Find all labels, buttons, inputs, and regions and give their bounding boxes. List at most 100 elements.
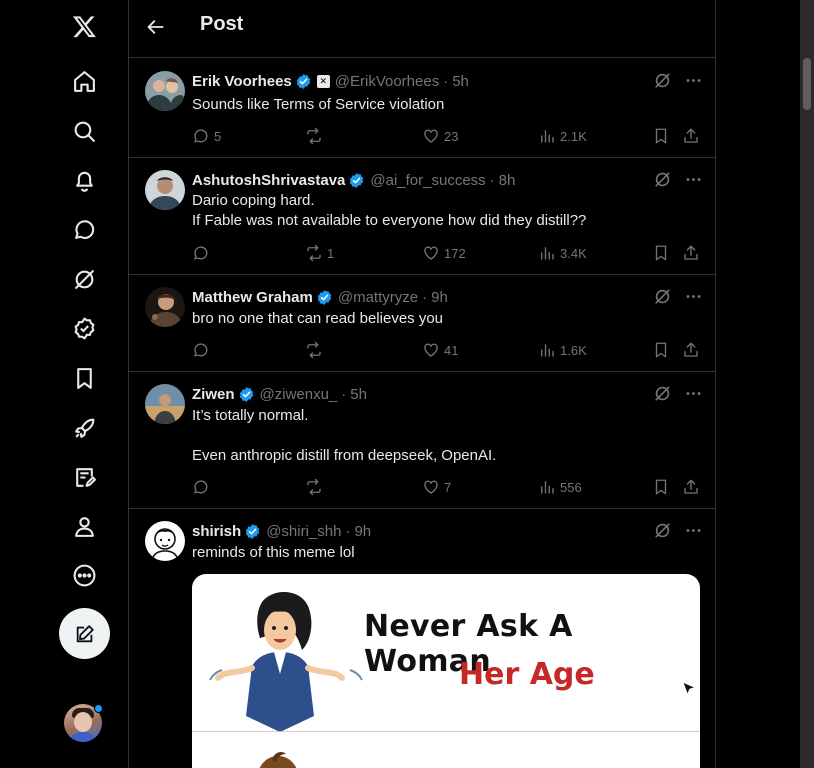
reply-icon xyxy=(194,480,208,494)
bookmark-button[interactable] xyxy=(652,244,670,262)
reply-tweet[interactable]: Ziwen @ziwenxu_ · 5h It’s totally normal… xyxy=(129,372,715,509)
more-options-icon[interactable] xyxy=(684,384,703,403)
avatar[interactable] xyxy=(145,287,185,327)
reply-icon xyxy=(194,343,208,357)
timestamp[interactable]: 5h xyxy=(452,73,469,90)
bookmark-icon xyxy=(655,479,667,495)
grok-icon[interactable] xyxy=(653,170,672,189)
verified-badge-icon xyxy=(348,172,365,189)
tweet-header: AshutoshShrivastava @ai_for_success · 8h xyxy=(192,170,515,190)
bookmark-icon xyxy=(655,128,667,144)
back-button[interactable] xyxy=(143,14,169,40)
share-button[interactable] xyxy=(682,127,700,145)
author-name[interactable]: AshutoshShrivastava xyxy=(192,172,345,189)
share-button[interactable] xyxy=(682,478,700,496)
reply-button[interactable] xyxy=(192,341,214,359)
cartoon-woman-illustration xyxy=(209,591,363,732)
avatar[interactable] xyxy=(145,521,185,561)
grok-icon[interactable] xyxy=(653,71,672,90)
repost-icon xyxy=(307,478,321,496)
bookmark-icon xyxy=(655,342,667,358)
repost-count: 1 xyxy=(327,245,335,261)
heart-icon xyxy=(424,343,438,357)
reply-button[interactable] xyxy=(192,478,214,496)
timestamp[interactable]: 5h xyxy=(350,386,367,403)
more-options-icon[interactable] xyxy=(684,170,703,189)
more-icon[interactable] xyxy=(69,560,99,590)
notifications-icon[interactable] xyxy=(69,165,99,195)
grok-icon[interactable] xyxy=(653,384,672,403)
compose-post-button[interactable] xyxy=(59,608,110,659)
author-handle[interactable]: @ai_for_success xyxy=(370,172,485,189)
avatar[interactable] xyxy=(145,71,185,111)
repost-button[interactable] xyxy=(305,341,327,359)
grok-icon[interactable] xyxy=(653,521,672,540)
repost-button[interactable] xyxy=(305,127,327,145)
verified-orgs-icon[interactable] xyxy=(69,313,99,343)
repost-button[interactable]: 1 xyxy=(305,244,334,262)
bookmark-button[interactable] xyxy=(652,127,670,145)
unread-indicator-dot xyxy=(94,704,103,713)
x-logo-icon[interactable] xyxy=(69,11,99,41)
heart-icon xyxy=(424,480,438,494)
lists-icon[interactable] xyxy=(69,462,99,492)
like-count: 172 xyxy=(444,245,466,261)
avatar[interactable] xyxy=(145,170,185,210)
more-options-icon[interactable] xyxy=(684,71,703,90)
grok-icon[interactable] xyxy=(69,264,99,294)
more-options-icon[interactable] xyxy=(684,287,703,306)
like-button[interactable]: 172 xyxy=(422,244,466,262)
main-column: Post Erik Voorhees ✕ @ErikVoorhees · 5h … xyxy=(128,0,716,768)
author-name[interactable]: Matthew Graham xyxy=(192,289,313,306)
author-handle[interactable]: @shiri_shh xyxy=(266,523,341,540)
timestamp[interactable]: 9h xyxy=(354,523,371,540)
scrollbar-track[interactable] xyxy=(800,0,814,768)
reply-icon xyxy=(194,246,208,260)
author-handle[interactable]: @ErikVoorhees xyxy=(335,73,439,90)
views-button[interactable]: 2.1K xyxy=(538,127,587,145)
scrollbar-thumb[interactable] xyxy=(803,58,811,110)
bookmark-button[interactable] xyxy=(652,478,670,496)
avatar[interactable] xyxy=(145,384,185,424)
reply-tweet[interactable]: shirish @shiri_shh · 9h reminds of this … xyxy=(129,509,715,768)
like-button[interactable]: 7 xyxy=(422,478,451,496)
more-options-icon[interactable] xyxy=(684,521,703,540)
bookmark-icon xyxy=(655,245,667,261)
profile-icon[interactable] xyxy=(69,511,99,541)
timestamp[interactable]: 9h xyxy=(431,289,448,306)
tweet-header: Erik Voorhees ✕ @ErikVoorhees · 5h xyxy=(192,71,469,91)
author-handle[interactable]: @ziwenxu_ xyxy=(260,386,338,403)
reply-tweet[interactable]: AshutoshShrivastava @ai_for_success · 8h… xyxy=(129,158,715,275)
views-button[interactable]: 556 xyxy=(538,478,582,496)
author-name[interactable]: shirish xyxy=(192,523,241,540)
views-button[interactable]: 1.6K xyxy=(538,341,587,359)
bookmarks-icon[interactable] xyxy=(69,363,99,393)
grok-icon[interactable] xyxy=(653,287,672,306)
share-button[interactable] xyxy=(682,341,700,359)
messages-icon[interactable] xyxy=(69,214,99,244)
views-chart-icon xyxy=(541,344,554,357)
view-count: 3.4K xyxy=(560,245,587,261)
repost-button[interactable] xyxy=(305,478,327,496)
reply-button[interactable]: 5 xyxy=(192,127,221,145)
meme-image[interactable]: Never Ask A Woman Her Age xyxy=(192,574,700,768)
tweet-top-actions xyxy=(653,287,703,306)
reply-tweet[interactable]: Matthew Graham @mattyryze · 9h bro no on… xyxy=(129,275,715,372)
views-button[interactable]: 3.4K xyxy=(538,244,587,262)
reply-button[interactable] xyxy=(192,244,214,262)
views-chart-icon xyxy=(541,481,554,494)
reply-tweet[interactable]: Erik Voorhees ✕ @ErikVoorhees · 5h Sound… xyxy=(129,59,715,158)
explore-icon[interactable] xyxy=(69,116,99,146)
author-name[interactable]: Ziwen xyxy=(192,386,235,403)
author-handle[interactable]: @mattyryze xyxy=(338,289,418,306)
meme-panel-divider xyxy=(192,731,700,732)
timestamp[interactable]: 8h xyxy=(499,172,516,189)
share-button[interactable] xyxy=(682,244,700,262)
author-name[interactable]: Erik Voorhees xyxy=(192,73,292,90)
home-icon[interactable] xyxy=(69,66,99,96)
bookmark-button[interactable] xyxy=(652,341,670,359)
like-button[interactable]: 41 xyxy=(422,341,458,359)
premium-rocket-icon[interactable] xyxy=(69,413,99,443)
views-chart-icon xyxy=(541,247,554,260)
like-button[interactable]: 23 xyxy=(422,127,458,145)
